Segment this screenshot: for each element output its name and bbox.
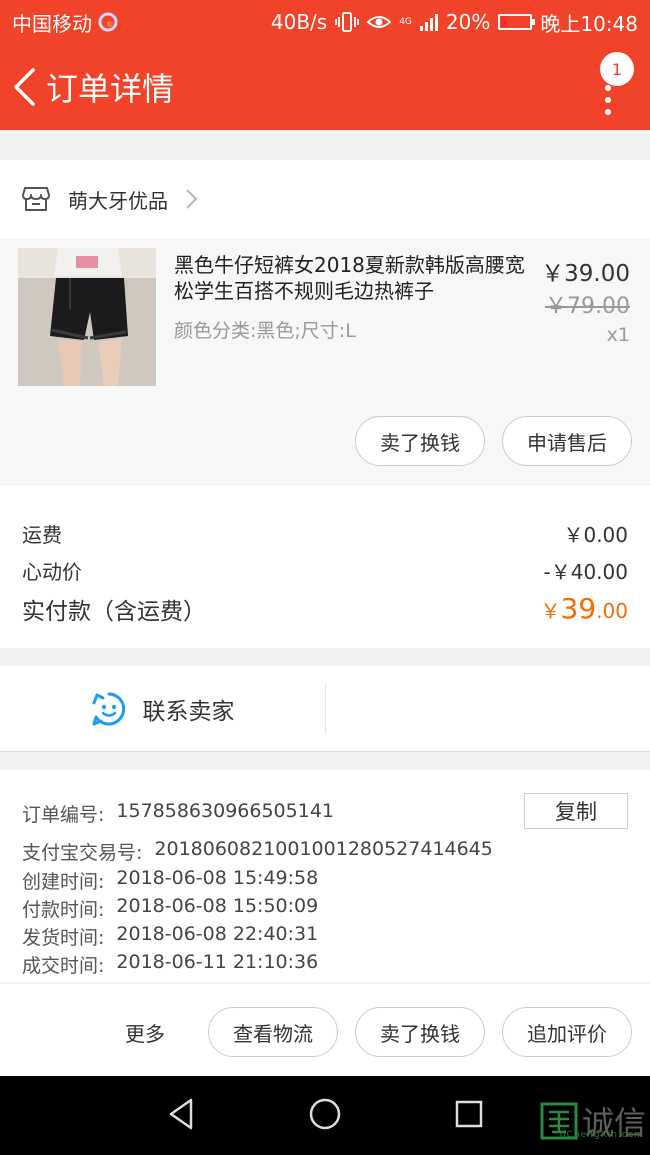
completed-row: 成交时间: 2018-06-11 21:10:36 [22, 951, 318, 978]
shipping-value: ￥0.00 [563, 523, 628, 547]
discount-row: 心动价 -￥40.00 [22, 556, 628, 585]
app-header: 订单详情 1 [0, 44, 650, 130]
nav-home-icon[interactable] [308, 1096, 342, 1132]
completed-time: 2018-06-11 21:10:36 [116, 951, 319, 973]
nav-back-icon[interactable] [166, 1096, 196, 1132]
paid-label: 付款时间: [22, 899, 105, 921]
alipay-label: 支付宝交易号: [22, 842, 143, 864]
chevron-right-icon [186, 189, 198, 209]
completed-label: 成交时间: [22, 955, 105, 977]
eye-comfort-icon [367, 16, 392, 28]
vibrate-icon [335, 12, 360, 32]
notification-badge: 1 [600, 52, 634, 86]
resell-button[interactable]: 卖了换钱 [355, 416, 485, 466]
back-button[interactable] [2, 44, 46, 130]
order-info: 订单编号: 157858630966505141 复制 支付宝交易号: 2018… [0, 770, 650, 982]
total-integer: 39 [560, 592, 597, 625]
chat-face-icon [92, 692, 125, 726]
shipping-row: 运费 ￥0.00 [22, 519, 628, 548]
order-number-label: 订单编号: [22, 804, 105, 826]
created-label: 创建时间: [22, 871, 105, 893]
network-type: 4G [399, 16, 412, 27]
product-card: 黑色牛仔短裤女2018夏新款韩版高腰宽松学生百搭不规则毛边热裤子 颜色分类:黑色… [0, 238, 650, 486]
bottom-actions: 更多 查看物流 卖了换钱 追加评价 [0, 983, 650, 1076]
shop-row[interactable]: 萌大牙优品 [0, 160, 650, 238]
product-photo [18, 248, 156, 386]
carrier-area: 中国移动 [12, 8, 118, 37]
total-currency: ￥ [540, 599, 561, 623]
discount-label: 心动价 [22, 560, 82, 584]
created-row: 创建时间: 2018-06-08 15:49:58 [22, 867, 318, 894]
divider [325, 684, 326, 734]
page-title: 订单详情 [46, 70, 175, 108]
contact-seller-label: 联系卖家 [142, 699, 235, 725]
paid-time: 2018-06-08 15:50:09 [116, 895, 319, 917]
fee-summary: 运费 ￥0.00 心动价 -￥40.00 实付款（含运费） ￥39.00 [0, 486, 650, 648]
status-bar: 中国移动 40B/s 4G 20% 晚上10:48 [0, 0, 650, 44]
after-sales-button[interactable]: 申请售后 [502, 416, 632, 466]
product-price: ￥39.00 [541, 261, 630, 287]
view-logistics-button[interactable]: 查看物流 [208, 1007, 338, 1057]
product-image[interactable] [18, 248, 156, 386]
shop-name: 萌大牙优品 [68, 188, 168, 213]
order-number: 157858630966505141 [116, 800, 334, 822]
app-notification-icon [98, 12, 118, 32]
back-arrow-icon [14, 68, 35, 106]
paid-row: 付款时间: 2018-06-08 15:50:09 [22, 895, 318, 922]
resell-bottom-button[interactable]: 卖了换钱 [355, 1007, 485, 1057]
product-original-price: ￥79.00 [545, 294, 630, 319]
shop-icon [22, 187, 50, 211]
order-number-row: 订单编号: 157858630966505141 [22, 800, 334, 827]
carrier-name: 中国移动 [12, 11, 92, 36]
total-row: 实付款（含运费） ￥39.00 [22, 592, 628, 626]
product-spec: 颜色分类:黑色;尺寸:L [174, 320, 356, 342]
shipping-label: 运费 [22, 523, 62, 547]
clock: 晚上10:48 [540, 11, 638, 36]
system-nav-bar: 诚信 JiChengXin.com [0, 1076, 650, 1155]
watermark-subtext: JiChengXin.com [559, 1130, 644, 1140]
status-right: 40B/s 4G 20% 晚上10:48 [271, 8, 638, 37]
nav-recents-icon[interactable] [453, 1096, 485, 1132]
discount-value: -￥40.00 [543, 560, 628, 584]
more-dots-icon [605, 85, 611, 115]
product-quantity: x1 [606, 324, 630, 346]
battery-icon [498, 14, 536, 30]
shipped-row: 发货时间: 2018-06-08 22:40:31 [22, 923, 318, 950]
signal-icon [419, 13, 438, 31]
more-actions-button[interactable]: 更多 [125, 1018, 165, 1047]
copy-button[interactable]: 复制 [524, 793, 628, 829]
add-review-button[interactable]: 追加评价 [502, 1007, 632, 1057]
total-label: 实付款（含运费） [22, 599, 206, 625]
created-time: 2018-06-08 15:49:58 [116, 867, 319, 889]
shipped-time: 2018-06-08 22:40:31 [116, 923, 319, 945]
total-decimal: .00 [596, 599, 628, 623]
battery-percent: 20% [445, 10, 491, 34]
contact-seller-button[interactable]: 联系卖家 [0, 666, 325, 752]
shipped-label: 发货时间: [22, 927, 105, 949]
product-title[interactable]: 黑色牛仔短裤女2018夏新款韩版高腰宽松学生百搭不规则毛边热裤子 [174, 252, 534, 304]
contact-section: 联系卖家 [0, 666, 650, 752]
network-speed: 40B/s [270, 10, 328, 34]
alipay-number: 2018060821001001280527414645 [154, 838, 493, 860]
alipay-row: 支付宝交易号: 2018060821001001280527414645 [22, 838, 493, 865]
total-amount: ￥39.00 [541, 592, 628, 626]
